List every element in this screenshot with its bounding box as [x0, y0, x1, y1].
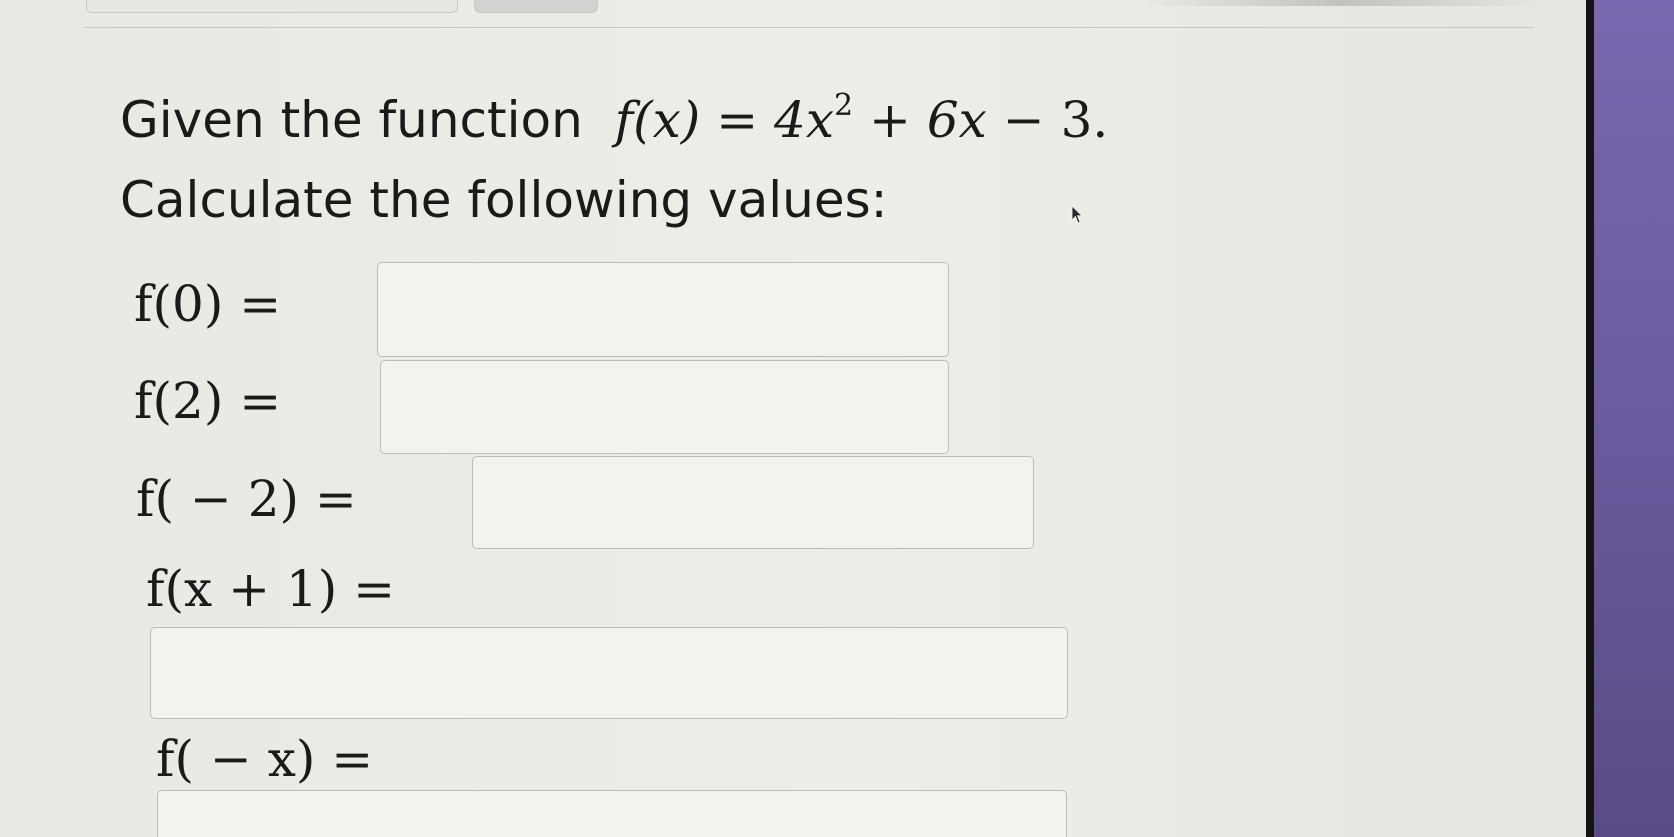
- term-linear: 6x: [926, 91, 987, 149]
- question-label-f-neg-x: f( − x) =: [156, 730, 374, 788]
- intro-text: Given the function: [120, 91, 583, 149]
- function-definition: f(x) = 4x2 + 6x − 3.: [599, 88, 1109, 150]
- question-label-f-neg2: f( − 2) =: [136, 470, 357, 528]
- function-lhs: f(x): [614, 91, 701, 149]
- problem-statement: Given the function f(x) = 4x2 + 6x − 3. …: [120, 80, 1108, 240]
- equals-sign: =: [716, 91, 759, 149]
- instruction: Calculate the following values:: [120, 171, 888, 229]
- monitor-bezel: [1586, 0, 1594, 837]
- screen: Given the function f(x) = 4x2 + 6x − 3. …: [0, 0, 1586, 837]
- problem-line-1: Given the function f(x) = 4x2 + 6x − 3.: [120, 80, 1108, 160]
- answer-input-fx-plus-1[interactable]: [150, 627, 1068, 719]
- question-label-f2: f(2) =: [134, 372, 282, 430]
- answer-input-f2[interactable]: [380, 360, 949, 454]
- mouse-pointer-icon: [1071, 205, 1083, 224]
- top-tab[interactable]: [86, 0, 458, 13]
- minus-sign: −: [1002, 91, 1045, 149]
- question-label-f0: f(0) =: [134, 275, 282, 333]
- question-label-fx-plus-1: f(x + 1) =: [146, 560, 395, 618]
- exponent: 2: [834, 88, 854, 123]
- answer-input-f-neg-x[interactable]: [157, 790, 1067, 837]
- term-quadratic: 4x: [774, 91, 835, 149]
- background-surface: [1594, 0, 1674, 837]
- answer-input-f-neg2[interactable]: [472, 456, 1034, 549]
- top-tab-button[interactable]: [474, 0, 598, 13]
- answer-input-f0[interactable]: [377, 262, 949, 357]
- plus-sign: +: [869, 91, 911, 149]
- divider: [84, 27, 1534, 28]
- constant-term: 3.: [1060, 91, 1109, 149]
- top-toolbar-blur: [1140, 0, 1540, 6]
